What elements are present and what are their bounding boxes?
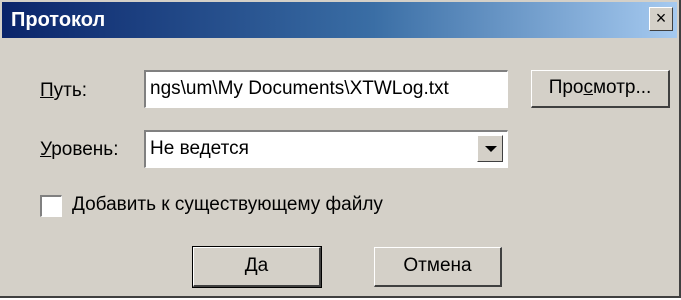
title-bar[interactable]: Протокол ×: [2, 2, 677, 38]
browse-button[interactable]: Просмотр...: [531, 70, 670, 108]
level-select[interactable]: Не ведется: [144, 130, 508, 168]
level-label-text: ровень:: [51, 139, 119, 160]
cancel-button[interactable]: Отмена: [374, 247, 502, 287]
level-label: Уровень:: [40, 139, 118, 161]
log-dialog: Протокол × Путь: ngs\um\My Documents\XTW…: [0, 0, 681, 298]
level-dropdown-button[interactable]: [477, 135, 503, 162]
close-button[interactable]: ×: [649, 7, 673, 31]
path-label: Путь:: [40, 80, 87, 102]
append-label-text: обавить к существующему файлу: [85, 194, 383, 215]
browse-text-1: Про: [548, 77, 584, 98]
browse-accel: с: [583, 77, 593, 98]
path-label-text: уть:: [53, 80, 88, 101]
append-label-accel: Д: [72, 194, 86, 215]
dialog-title: Протокол: [11, 9, 106, 31]
path-input[interactable]: ngs\um\My Documents\XTWLog.txt: [144, 70, 508, 108]
append-label[interactable]: Добавить к существующему файлу: [72, 194, 383, 216]
level-selected-value: Не ведется: [150, 138, 249, 159]
append-checkbox[interactable]: [40, 195, 62, 217]
level-label-accel: У: [40, 139, 52, 160]
browse-text-2: мотр...: [592, 77, 652, 98]
path-label-accel: П: [40, 80, 54, 101]
chevron-down-icon: [485, 146, 497, 152]
close-icon: ×: [655, 8, 667, 28]
ok-button[interactable]: Да: [192, 246, 322, 288]
